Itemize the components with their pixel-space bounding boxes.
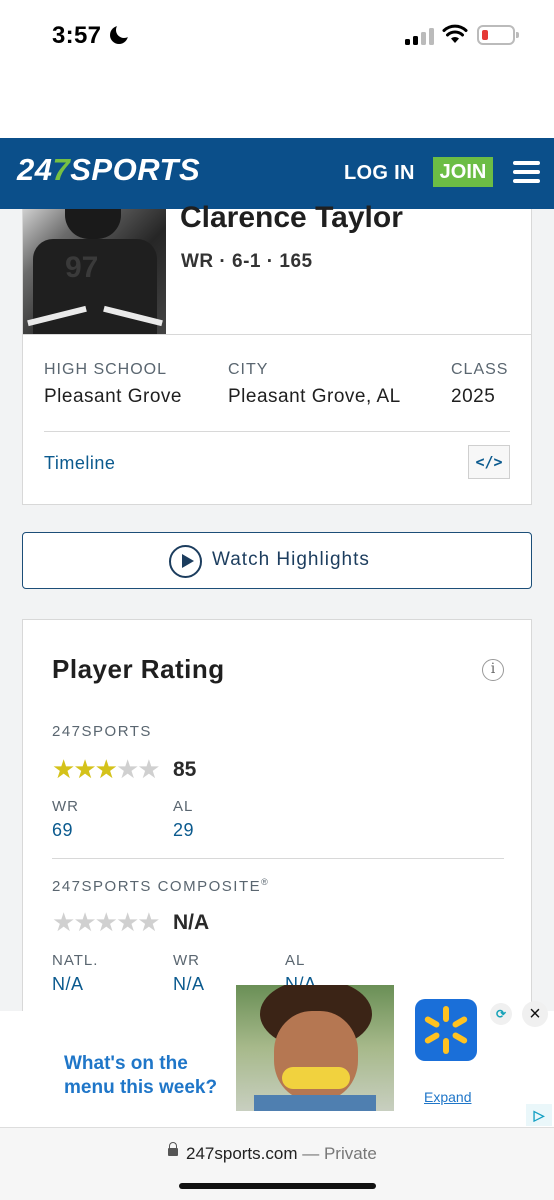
player-photo: 97 [23,209,166,334]
composite-rating-label: 247SPORTS COMPOSITE® [52,877,270,895]
star-empty-icon: ★ [115,907,139,937]
adchoices-triangle-icon[interactable]: ▷ [526,1104,552,1126]
embed-code-button[interactable]: </> [468,445,510,479]
rank-label-natl: NATL. [52,952,99,969]
player-name: Clarence Taylor [180,201,403,234]
high-school-value[interactable]: Pleasant Grove [44,386,182,408]
info-icon[interactable]: i [482,659,504,681]
rank-value-wr: N/A [173,974,205,994]
player-rating-card: Player Rating i 247SPORTS ★★★★★ 85 WR 69… [22,619,532,1039]
ad-choices-icon[interactable]: ⟳ [490,1003,512,1025]
sports247-star-rating: ★★★★★ [52,754,161,784]
star-empty-icon: ★ [73,907,96,937]
city-label: CITY [228,361,269,378]
rank-label-wr: WR [52,798,79,815]
star-empty-icon: ★ [137,754,160,784]
url-text[interactable]: 247sports.com — Private [186,1144,377,1164]
rating-title: Player Rating [52,654,225,684]
star-filled-icon: ★ [52,754,75,784]
star-filled-icon: ★ [73,754,96,784]
watch-highlights-label: Watch Highlights [212,549,370,570]
join-button[interactable]: JOIN [433,157,493,187]
sports247-rating-label: 247SPORTS [52,723,152,740]
composite-score: N/A [173,911,210,934]
ad-headline[interactable]: What's on the menu this week? [64,1052,234,1100]
status-time: 3:57 [52,22,102,49]
sports247-score: 85 [173,758,197,781]
logo[interactable]: 247SPORTS [17,152,200,188]
class-value: 2025 [451,386,496,407]
ad-banner[interactable]: What's on the menu this week? Expand ⟳ ×… [0,985,554,1127]
city-value: Pleasant Grove, AL [228,386,401,407]
browser-url-bar[interactable]: 247sports.com — Private [0,1127,554,1200]
player-position-size: WR · 6-1 · 165 [181,251,313,272]
site-header: 247SPORTS LOG IN JOIN [0,138,554,209]
rank-value-wr[interactable]: 69 [52,820,73,841]
status-bar: 3:57 [0,0,554,138]
high-school-label: HIGH SCHOOL [44,361,168,378]
rank-label-al: AL [173,798,194,815]
star-empty-icon: ★ [115,754,139,784]
lock-icon [168,1142,178,1156]
play-circle-icon [169,545,202,578]
rank-value-al[interactable]: 29 [173,820,194,841]
close-icon[interactable]: × [522,1001,548,1027]
watch-highlights-button[interactable]: Watch Highlights [22,532,532,589]
rank-value-natl: N/A [52,974,84,994]
star-empty-icon: ★ [52,907,75,937]
ad-image[interactable] [236,985,394,1111]
star-empty-icon: ★ [137,907,160,937]
home-indicator[interactable] [179,1183,376,1189]
ad-expand-link[interactable]: Expand [424,1089,471,1105]
divider [52,858,504,859]
star-empty-icon: ★ [94,907,118,937]
composite-star-rating: ★★★★★ [52,907,161,937]
cellular-signal-icon [405,27,435,45]
rank-label-wr: WR [173,952,200,969]
divider [23,334,531,335]
player-profile-card: 97 Clarence Taylor WR · 6-1 · 165 HIGH S… [22,201,532,505]
timeline-link[interactable]: Timeline [44,453,115,474]
moon-icon [110,22,132,44]
rank-label-al: AL [285,952,306,969]
hamburger-menu-icon[interactable] [513,161,540,183]
walmart-spark-icon[interactable] [415,999,477,1061]
star-filled-icon: ★ [94,754,118,784]
divider [44,431,510,432]
battery-icon [477,25,519,45]
wifi-icon [442,24,468,43]
login-link[interactable]: LOG IN [344,162,415,185]
class-label: CLASS [451,361,509,378]
